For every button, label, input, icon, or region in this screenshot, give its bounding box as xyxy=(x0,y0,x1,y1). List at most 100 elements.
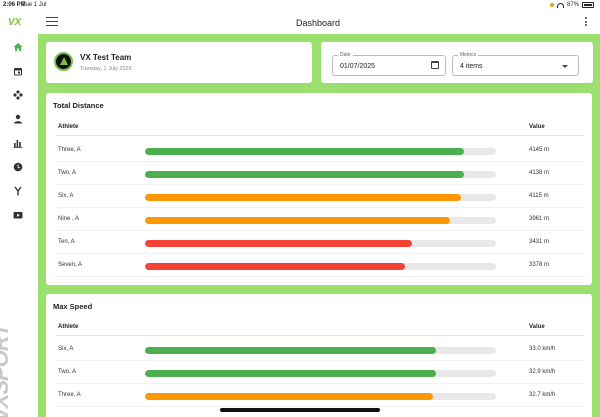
table-row[interactable]: Ten, A 3431 m xyxy=(46,231,592,254)
table-row[interactable]: Six, A 4115 m xyxy=(46,185,592,208)
metric-value: 4138 m xyxy=(529,170,550,176)
value-bar-fill xyxy=(145,217,451,224)
date-field-value: 01/07/2025 xyxy=(340,63,376,70)
card-title: Total Distance xyxy=(53,101,104,110)
table-row[interactable]: Three, A 4145 m xyxy=(46,139,592,162)
value-bar-track xyxy=(145,240,496,247)
header-divider xyxy=(56,135,584,136)
column-header-value: Value xyxy=(529,124,545,130)
sidebar-item-video[interactable] xyxy=(11,208,25,222)
metric-value: 3431 m xyxy=(529,239,550,245)
metric-card-total-distance: Total Distance Athlete Value Three, A 414… xyxy=(46,93,592,285)
table-row[interactable]: Nine , A 3961 m xyxy=(46,208,592,231)
top-bar: Dashboard xyxy=(36,12,600,34)
table-row[interactable]: Six, A 33.0 km/h xyxy=(46,338,592,361)
value-bar-fill xyxy=(145,263,405,270)
athlete-name: Two, A xyxy=(58,369,77,375)
merge-icon xyxy=(14,186,22,196)
athlete-name: Seven, A xyxy=(58,262,83,268)
person-icon xyxy=(14,114,22,124)
athlete-name: Six, A xyxy=(58,346,74,352)
table-row[interactable]: Two, A 32.9 km/h xyxy=(46,361,592,384)
drills-icon xyxy=(13,90,23,100)
metric-value: 32.9 km/h xyxy=(529,369,556,375)
header-divider xyxy=(56,335,584,336)
team-logo xyxy=(54,52,73,71)
athlete-name: Six, A xyxy=(58,193,74,199)
vxsport-brand: VXSPORT xyxy=(0,312,36,417)
metric-value: 33.0 km/h xyxy=(529,346,556,352)
row-divider xyxy=(56,276,584,277)
metrics-select[interactable]: Metrics 4 items xyxy=(452,52,579,76)
value-bar-fill xyxy=(145,347,437,354)
calendar-icon xyxy=(14,68,22,76)
clock-icon xyxy=(13,162,23,172)
athlete-name: Ten, A xyxy=(58,239,75,245)
sidebar-item-calendar[interactable] xyxy=(11,64,25,78)
date-field[interactable]: Date 01/07/2025 xyxy=(332,52,446,76)
team-name: VX Test Team xyxy=(80,53,132,62)
vx-logo: VX xyxy=(8,17,22,28)
metric-value: 32.7 km/h xyxy=(529,392,556,398)
column-header-athlete: Athlete xyxy=(58,124,79,130)
dashboard-content: VX Test Team Tuesday, 1 July 2025 Date 0… xyxy=(38,34,600,417)
team-date: Tuesday, 1 July 2025 xyxy=(80,66,132,72)
value-bar-fill xyxy=(145,194,461,201)
athlete-name: Three, A xyxy=(58,147,81,153)
card-title: Max Speed xyxy=(53,302,93,311)
battery-percent: 87% xyxy=(566,2,579,8)
filters-card: Date 01/07/2025 Metrics 4 items xyxy=(321,42,593,83)
sidebar-item-drills[interactable] xyxy=(11,88,25,102)
metrics-select-value: 4 items xyxy=(460,63,483,70)
metrics-select-label: Metrics xyxy=(458,52,479,58)
row-divider xyxy=(56,406,584,407)
athlete-name: Nine , A xyxy=(58,216,80,222)
value-bar-track xyxy=(145,194,496,201)
value-bar-track xyxy=(145,347,496,354)
calendar-picker-icon[interactable] xyxy=(431,61,439,69)
table-row[interactable]: Two, A 4138 m xyxy=(46,162,592,185)
status-bar: 2:06 PM Tue 1 Jul 87% xyxy=(0,0,600,12)
value-bar-fill xyxy=(145,370,437,377)
sidebar-item-reports[interactable] xyxy=(11,136,25,150)
date-field-label: Date xyxy=(338,52,353,58)
table-row[interactable]: Seven, A 3378 m xyxy=(46,254,592,277)
metric-value: 3961 m xyxy=(529,216,550,222)
value-bar-fill xyxy=(145,148,465,155)
wifi-icon xyxy=(556,2,564,8)
bar-chart-icon xyxy=(13,140,23,148)
value-bar-track xyxy=(145,148,496,155)
athlete-name: Two, A xyxy=(58,170,77,176)
value-bar-fill xyxy=(145,171,465,178)
sidebar-item-athletes[interactable] xyxy=(11,112,25,126)
sidebar-item-merge[interactable] xyxy=(11,184,25,198)
value-bar-track xyxy=(145,263,496,270)
more-options-icon[interactable] xyxy=(585,17,588,28)
orange-dot-icon xyxy=(549,3,554,7)
dropdown-caret-icon xyxy=(562,65,568,68)
sidebar-item-home[interactable] xyxy=(11,40,25,54)
page-title: Dashboard xyxy=(295,18,341,28)
column-header-value: Value xyxy=(529,324,545,330)
video-icon xyxy=(13,212,23,219)
value-bar-fill xyxy=(145,393,433,400)
column-header-athlete: Athlete xyxy=(58,324,79,330)
team-card: VX Test Team Tuesday, 1 July 2025 xyxy=(46,42,312,83)
status-indicators: 87% xyxy=(549,2,594,8)
value-bar-track xyxy=(145,171,496,178)
metric-card-max-speed: Max Speed Athlete Value Six, A 33.0 km/h T… xyxy=(46,294,592,417)
home-indicator[interactable] xyxy=(220,408,380,412)
metric-value: 4145 m xyxy=(529,147,550,153)
sidebar-item-history[interactable] xyxy=(11,160,25,174)
value-bar-track xyxy=(145,370,496,377)
athlete-name: Three, A xyxy=(58,392,81,398)
battery-icon xyxy=(582,2,594,8)
home-icon xyxy=(13,43,23,51)
table-row[interactable]: Three, A 32.7 km/h xyxy=(46,384,592,407)
value-bar-track xyxy=(145,217,496,224)
metric-value: 3378 m xyxy=(529,262,550,268)
metric-value: 4115 m xyxy=(529,193,549,199)
status-date: Tue 1 Jul xyxy=(22,2,47,8)
value-bar-track xyxy=(145,393,496,400)
sidebar: VX VXSPORT xyxy=(0,12,36,417)
